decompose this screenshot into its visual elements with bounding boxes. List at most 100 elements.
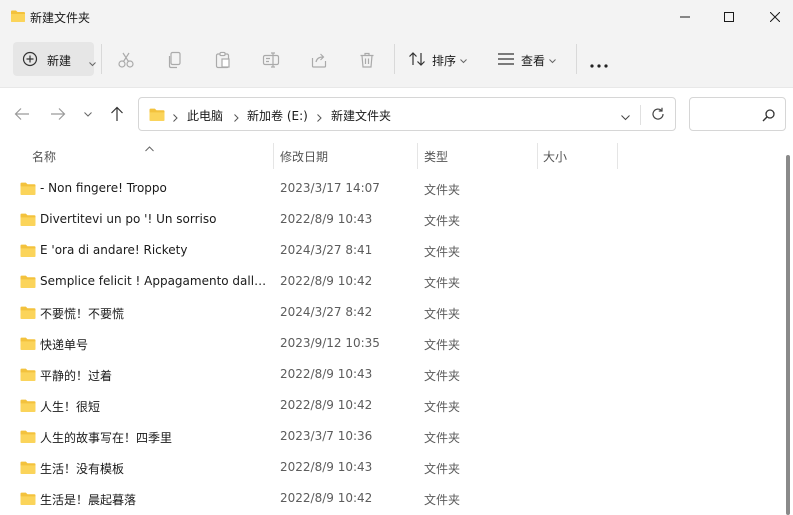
column-header-name[interactable]: 名称 bbox=[32, 148, 56, 165]
more-options-icon[interactable] bbox=[590, 57, 608, 71]
file-row[interactable]: 不要慌！不要慌 2024/3/27 8:42 文件夹 bbox=[0, 297, 780, 328]
delete-icon[interactable] bbox=[357, 50, 377, 70]
file-row[interactable]: 平静的！过着 2022/8/9 10:43 文件夹 bbox=[0, 359, 780, 390]
file-type: 文件夹 bbox=[424, 214, 461, 228]
file-date-modified: 2023/3/17 14:07 bbox=[280, 181, 380, 195]
file-name: 快递单号 bbox=[40, 338, 89, 352]
folder-icon bbox=[19, 398, 37, 416]
breadcrumb-current-folder[interactable]: 新建文件夹 bbox=[331, 107, 391, 124]
up-arrow-icon[interactable] bbox=[107, 104, 127, 124]
file-row[interactable]: 生活！没有模板 2022/8/9 10:43 文件夹 bbox=[0, 452, 780, 483]
file-row[interactable]: 生活是！晨起暮落 2022/8/9 10:42 文件夹 bbox=[0, 483, 780, 514]
sort-icon bbox=[408, 51, 426, 70]
file-name: 人生！很短 bbox=[40, 400, 101, 414]
sort-button-label: 排序 bbox=[432, 53, 457, 68]
back-arrow-icon[interactable] bbox=[12, 104, 32, 124]
file-row[interactable]: 人生的故事写在！四季里 2023/3/7 10:36 文件夹 bbox=[0, 421, 780, 452]
forward-arrow-icon[interactable] bbox=[48, 104, 68, 124]
file-list: 名称 修改日期 类型 大小 - Non fingere! Troppo 2023… bbox=[0, 139, 793, 515]
file-row[interactable]: - Non fingere! Troppo 2023/3/17 14:07 文件… bbox=[0, 173, 780, 204]
sort-button[interactable]: 排序 bbox=[408, 47, 467, 73]
file-name: 生活！没有模板 bbox=[40, 462, 125, 476]
folder-icon bbox=[19, 181, 37, 199]
minimize-button[interactable] bbox=[661, 0, 709, 33]
breadcrumb-separator-icon bbox=[173, 111, 178, 125]
file-type: 文件夹 bbox=[424, 338, 461, 352]
file-date-modified: 2022/8/9 10:42 bbox=[280, 274, 373, 288]
file-type: 文件夹 bbox=[424, 183, 461, 197]
copy-icon[interactable] bbox=[165, 50, 185, 70]
chevron-down-icon bbox=[89, 56, 96, 70]
column-header-size[interactable]: 大小 bbox=[543, 148, 567, 165]
rename-icon[interactable] bbox=[261, 50, 281, 70]
file-date-modified: 2024/3/27 8:42 bbox=[280, 305, 373, 319]
file-type: 文件夹 bbox=[424, 307, 461, 321]
search-box[interactable] bbox=[689, 97, 786, 131]
view-button[interactable]: 查看 bbox=[497, 47, 556, 73]
toolbar-divider bbox=[394, 44, 395, 74]
file-row[interactable]: 快递单号 2023/9/12 10:35 文件夹 bbox=[0, 328, 780, 359]
file-row[interactable]: E 'ora di andare! Rickety 2024/3/27 8:41… bbox=[0, 235, 780, 266]
file-row[interactable]: Semplice felicit ! Appagamento dallo... … bbox=[0, 266, 780, 297]
file-name: E 'ora di andare! Rickety bbox=[40, 243, 188, 257]
cut-icon[interactable] bbox=[116, 50, 136, 70]
file-date-modified: 2024/3/27 8:41 bbox=[280, 243, 373, 257]
file-type: 文件夹 bbox=[424, 462, 461, 476]
column-header-date-modified[interactable]: 修改日期 bbox=[280, 148, 328, 165]
title-bar: 新建文件夹 bbox=[0, 0, 793, 33]
file-date-modified: 2022/8/9 10:42 bbox=[280, 491, 373, 505]
file-type: 文件夹 bbox=[424, 245, 461, 259]
toolbar-divider bbox=[101, 44, 102, 74]
file-row[interactable]: 人生！很短 2022/8/9 10:42 文件夹 bbox=[0, 390, 780, 421]
file-date-modified: 2023/3/7 10:36 bbox=[280, 429, 373, 443]
refresh-icon[interactable] bbox=[651, 107, 665, 124]
paste-icon[interactable] bbox=[213, 50, 233, 70]
breadcrumb-separator-icon bbox=[234, 111, 239, 125]
maximize-button[interactable] bbox=[705, 0, 753, 33]
address-bar[interactable]: 此电脑 新加卷 (E:) 新建文件夹 bbox=[138, 97, 676, 131]
file-name: 人生的故事写在！四季里 bbox=[40, 431, 173, 445]
view-button-label: 查看 bbox=[521, 53, 546, 68]
window-title: 新建文件夹 bbox=[30, 11, 91, 25]
close-button[interactable] bbox=[751, 0, 793, 33]
navigation-bar: 此电脑 新加卷 (E:) 新建文件夹 bbox=[0, 87, 793, 139]
folder-icon bbox=[19, 305, 37, 323]
column-resize-handle[interactable] bbox=[617, 143, 618, 169]
share-icon[interactable] bbox=[309, 50, 329, 70]
breadcrumb-this-pc[interactable]: 此电脑 bbox=[187, 107, 223, 124]
file-date-modified: 2022/8/9 10:42 bbox=[280, 398, 373, 412]
column-resize-handle[interactable] bbox=[417, 143, 418, 169]
column-header-row: 名称 修改日期 类型 大小 bbox=[0, 139, 780, 171]
file-name: Semplice felicit ! Appagamento dallo... bbox=[40, 274, 268, 288]
file-type: 文件夹 bbox=[424, 493, 461, 507]
maximize-icon bbox=[724, 11, 734, 22]
search-icon bbox=[762, 109, 775, 125]
folder-icon bbox=[19, 460, 37, 478]
file-type: 文件夹 bbox=[424, 369, 461, 383]
column-header-type[interactable]: 类型 bbox=[424, 148, 448, 165]
toolbar-divider bbox=[576, 44, 577, 74]
vertical-scrollbar[interactable] bbox=[786, 155, 790, 515]
minimize-icon bbox=[680, 16, 690, 17]
address-history-chevron-icon[interactable] bbox=[621, 110, 630, 124]
folder-icon bbox=[19, 274, 37, 292]
command-bar: 新建 排序 查看 bbox=[0, 33, 793, 87]
column-resize-handle[interactable] bbox=[537, 143, 538, 169]
new-button-label: 新建 bbox=[47, 54, 72, 68]
folder-icon bbox=[10, 9, 26, 26]
address-divider bbox=[640, 105, 641, 125]
file-type: 文件夹 bbox=[424, 400, 461, 414]
column-resize-handle[interactable] bbox=[273, 143, 274, 169]
breadcrumb-separator-icon bbox=[317, 111, 322, 125]
new-button[interactable]: 新建 bbox=[13, 42, 96, 76]
file-row[interactable]: Divertitevi un po '! Un sorriso 2022/8/9… bbox=[0, 204, 780, 235]
folder-icon bbox=[19, 243, 37, 261]
folder-icon bbox=[19, 367, 37, 385]
recent-locations-chevron-icon[interactable] bbox=[78, 104, 98, 124]
add-icon bbox=[22, 51, 38, 70]
folder-icon bbox=[19, 429, 37, 447]
file-name: 平静的！过着 bbox=[40, 369, 113, 383]
folder-icon bbox=[19, 336, 37, 354]
breadcrumb-volume-e[interactable]: 新加卷 (E:) bbox=[247, 107, 308, 124]
chevron-down-icon bbox=[460, 53, 467, 67]
